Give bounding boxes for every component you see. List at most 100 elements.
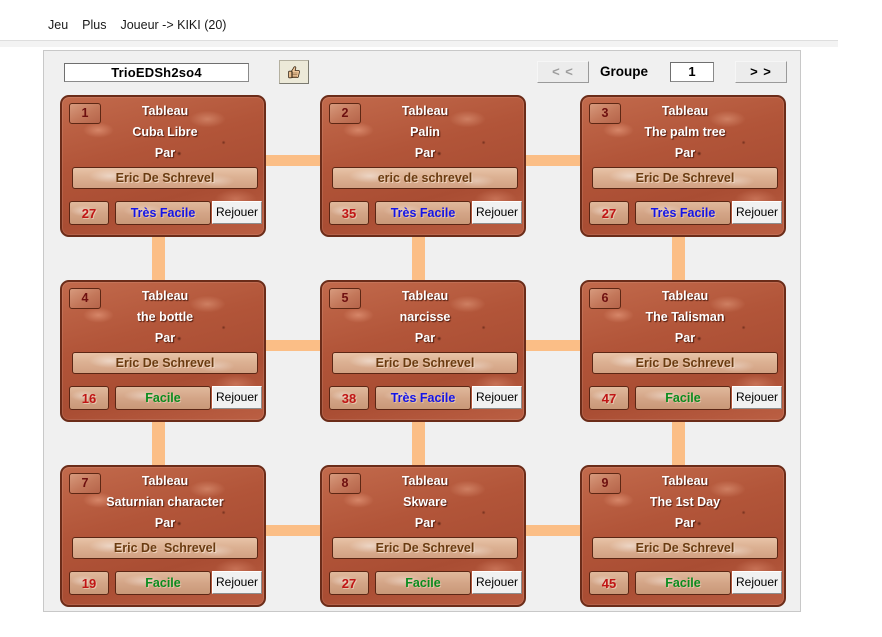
card-author-name: Eric De Schrevel <box>635 541 735 555</box>
card-difficulty-value: Très Facile <box>650 206 716 220</box>
card-par-label: Par <box>154 331 176 345</box>
level-card[interactable]: 4 Tableau the bottle Par Eric De Schreve… <box>60 280 266 422</box>
card-footer: 19 Facile Rejouer <box>69 571 262 597</box>
card-difficulty-value: Facile <box>665 391 701 405</box>
card-score-value: 38 <box>341 390 357 406</box>
connector-horizontal <box>266 340 320 351</box>
card-score-panel: 35 <box>329 201 369 225</box>
replay-button[interactable]: Rejouer <box>472 201 522 224</box>
card-author-panel: eric de schrevel <box>332 167 518 189</box>
card-score-value: 16 <box>81 390 97 406</box>
card-difficulty-value: Très Facile <box>130 206 196 220</box>
card-difficulty-value: Facile <box>145 391 181 405</box>
connector-vertical <box>152 422 165 465</box>
connector-vertical <box>672 237 685 280</box>
card-difficulty-panel: Facile <box>635 386 731 410</box>
replay-button[interactable]: Rejouer <box>212 386 262 409</box>
card-tableau-label: Tableau <box>141 289 189 303</box>
card-difficulty-value: Facile <box>665 576 701 590</box>
thumbs-up-icon <box>286 64 303 81</box>
card-score-panel: 27 <box>69 201 109 225</box>
card-author-panel: Eric De Schrevel <box>72 167 258 189</box>
card-author-panel: Eric De Schrevel <box>332 352 518 374</box>
level-name-input[interactable]: TrioEDSh2so4 <box>64 63 249 82</box>
card-score-value: 35 <box>341 205 357 221</box>
card-author-name: Eric De Schrevel <box>375 356 475 370</box>
card-tableau-label: Tableau <box>401 104 449 118</box>
card-title: narcisse <box>399 310 451 324</box>
replay-button[interactable]: Rejouer <box>212 201 262 224</box>
card-author-name: Eric De Schrevel <box>115 171 215 185</box>
card-par-label: Par <box>414 146 436 160</box>
replay-button[interactable]: Rejouer <box>212 571 262 594</box>
level-card[interactable]: 6 Tableau The Talisman Par Eric De Schre… <box>580 280 786 422</box>
card-author-panel: Eric De Schrevel <box>332 537 518 559</box>
level-card[interactable]: 3 Tableau The palm tree Par Eric De Schr… <box>580 95 786 237</box>
replay-button[interactable]: Rejouer <box>472 386 522 409</box>
card-score-panel: 27 <box>589 201 629 225</box>
level-card[interactable]: 8 Tableau Skware Par Eric De Schrevel 27… <box>320 465 526 607</box>
card-score-value: 27 <box>81 205 97 221</box>
thumbs-up-button[interactable] <box>279 60 309 84</box>
board-panel: TrioEDSh2so4 < < Groupe 1 > > 1 Tableau … <box>43 50 801 612</box>
connector-vertical <box>412 422 425 465</box>
card-difficulty-panel: Facile <box>115 386 211 410</box>
card-author-name: Eric De Schrevel <box>635 171 735 185</box>
card-score-value: 47 <box>601 390 617 406</box>
card-title: Skware <box>403 495 447 509</box>
card-par-label: Par <box>414 331 436 345</box>
card-difficulty-panel: Très Facile <box>375 386 471 410</box>
connector-vertical <box>672 422 685 465</box>
card-tableau-label: Tableau <box>401 289 449 303</box>
card-footer: 35 Très Facile Rejouer <box>329 201 522 227</box>
level-card[interactable]: 5 Tableau narcisse Par Eric De Schrevel … <box>320 280 526 422</box>
group-number-input[interactable]: 1 <box>670 62 714 82</box>
connector-horizontal <box>526 155 580 166</box>
card-par-label: Par <box>154 516 176 530</box>
card-footer: 38 Très Facile Rejouer <box>329 386 522 412</box>
replay-button[interactable]: Rejouer <box>732 201 782 224</box>
card-par-label: Par <box>674 146 696 160</box>
toolbar: TrioEDSh2so4 < < Groupe 1 > > <box>44 51 800 93</box>
card-score-value: 27 <box>341 575 357 591</box>
card-author-panel: Eric De Schrevel <box>592 167 778 189</box>
card-tableau-label: Tableau <box>661 289 709 303</box>
level-card[interactable]: 2 Tableau Palin Par eric de schrevel 35 … <box>320 95 526 237</box>
next-group-button[interactable]: > > <box>735 61 787 83</box>
card-difficulty-value: Facile <box>405 576 441 590</box>
card-difficulty-panel: Facile <box>115 571 211 595</box>
replay-button[interactable]: Rejouer <box>472 571 522 594</box>
connector-vertical <box>152 237 165 280</box>
menu-item-joueur[interactable]: Joueur -> KIKI (20) <box>120 14 226 36</box>
card-difficulty-value: Très Facile <box>390 391 456 405</box>
card-title: The palm tree <box>644 125 726 139</box>
card-difficulty-panel: Facile <box>635 571 731 595</box>
card-difficulty-panel: Facile <box>375 571 471 595</box>
card-difficulty-value: Très Facile <box>390 206 456 220</box>
card-author-panel: Eric De Schrevel <box>592 352 778 374</box>
connector-horizontal <box>266 155 320 166</box>
card-author-name: Eric De Schrevel <box>113 541 217 555</box>
card-title: The 1st Day <box>649 495 721 509</box>
card-score-panel: 27 <box>329 571 369 595</box>
level-card[interactable]: 1 Tableau Cuba Libre Par Eric De Schreve… <box>60 95 266 237</box>
card-par-label: Par <box>154 146 176 160</box>
card-author-name: Eric De Schrevel <box>375 541 475 555</box>
replay-button[interactable]: Rejouer <box>732 571 782 594</box>
replay-button[interactable]: Rejouer <box>732 386 782 409</box>
card-difficulty-panel: Très Facile <box>115 201 211 225</box>
card-score-value: 27 <box>601 205 617 221</box>
menu-bar-strip <box>0 41 838 47</box>
card-par-label: Par <box>674 516 696 530</box>
connector-horizontal <box>526 525 580 536</box>
card-footer: 16 Facile Rejouer <box>69 386 262 412</box>
previous-group-button[interactable]: < < <box>537 61 589 83</box>
menu-item-plus[interactable]: Plus <box>82 14 106 36</box>
level-card[interactable]: 9 Tableau The 1st Day Par Eric De Schrev… <box>580 465 786 607</box>
level-card[interactable]: 7 Tableau Saturnian character Par Eric D… <box>60 465 266 607</box>
level-card-grid: 1 Tableau Cuba Libre Par Eric De Schreve… <box>60 95 786 607</box>
connector-vertical <box>412 237 425 280</box>
menu-item-jeu[interactable]: Jeu <box>48 14 68 36</box>
card-difficulty-panel: Très Facile <box>635 201 731 225</box>
card-score-value: 45 <box>601 575 617 591</box>
